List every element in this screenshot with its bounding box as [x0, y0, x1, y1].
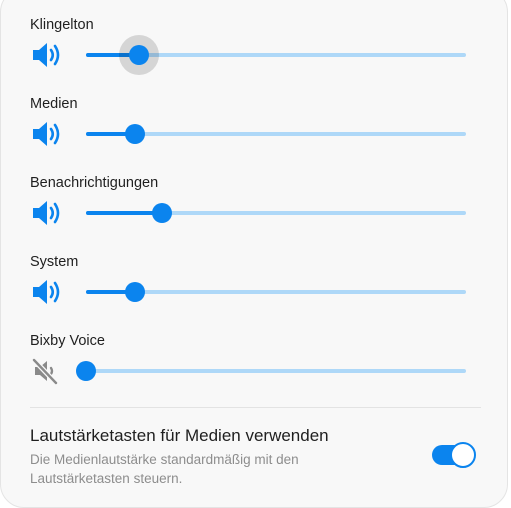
- media-keys-toggle[interactable]: [432, 441, 478, 469]
- speaker-icon[interactable]: [30, 40, 70, 70]
- system-volume-slider[interactable]: [86, 279, 466, 305]
- volume-label: Bixby Voice: [30, 333, 105, 349]
- speaker-icon[interactable]: [30, 119, 70, 149]
- volume-label: Klingelton: [30, 17, 94, 33]
- slider-thumb[interactable]: [76, 361, 96, 381]
- slider-track: [86, 369, 466, 373]
- volume-row-bixby-voice: Bixby Voice: [0, 332, 511, 412]
- speaker-muted-icon[interactable]: [30, 356, 70, 386]
- speaker-icon[interactable]: [30, 198, 70, 228]
- ringtone-volume-slider[interactable]: [86, 35, 466, 75]
- media-keys-setting-description: Die Medienlautstärke standardmäßig mit d…: [30, 452, 299, 486]
- section-divider: [30, 407, 481, 408]
- media-keys-setting-title[interactable]: Lautstärketasten für Medien verwenden: [30, 425, 329, 446]
- bixby-voice-volume-slider[interactable]: [76, 358, 466, 384]
- slider-thumb[interactable]: [125, 282, 146, 302]
- volume-label: Medien: [30, 96, 78, 112]
- slider-thumb[interactable]: [152, 203, 172, 223]
- volume-row-ringtone: Klingelton: [0, 16, 511, 96]
- volume-row-system: System: [0, 253, 511, 333]
- volume-label: System: [30, 254, 79, 270]
- speaker-icon[interactable]: [30, 277, 70, 307]
- slider-thumb[interactable]: [125, 124, 146, 144]
- slider-fill: [86, 211, 162, 215]
- volume-label: Benachrichtigungen: [30, 175, 159, 191]
- media-volume-slider[interactable]: [86, 121, 466, 147]
- volume-row-media: Medien: [0, 95, 511, 175]
- volume-row-notifications: Benachrichtigungen: [0, 174, 511, 254]
- toggle-thumb: [450, 442, 476, 468]
- notifications-volume-slider[interactable]: [86, 200, 466, 226]
